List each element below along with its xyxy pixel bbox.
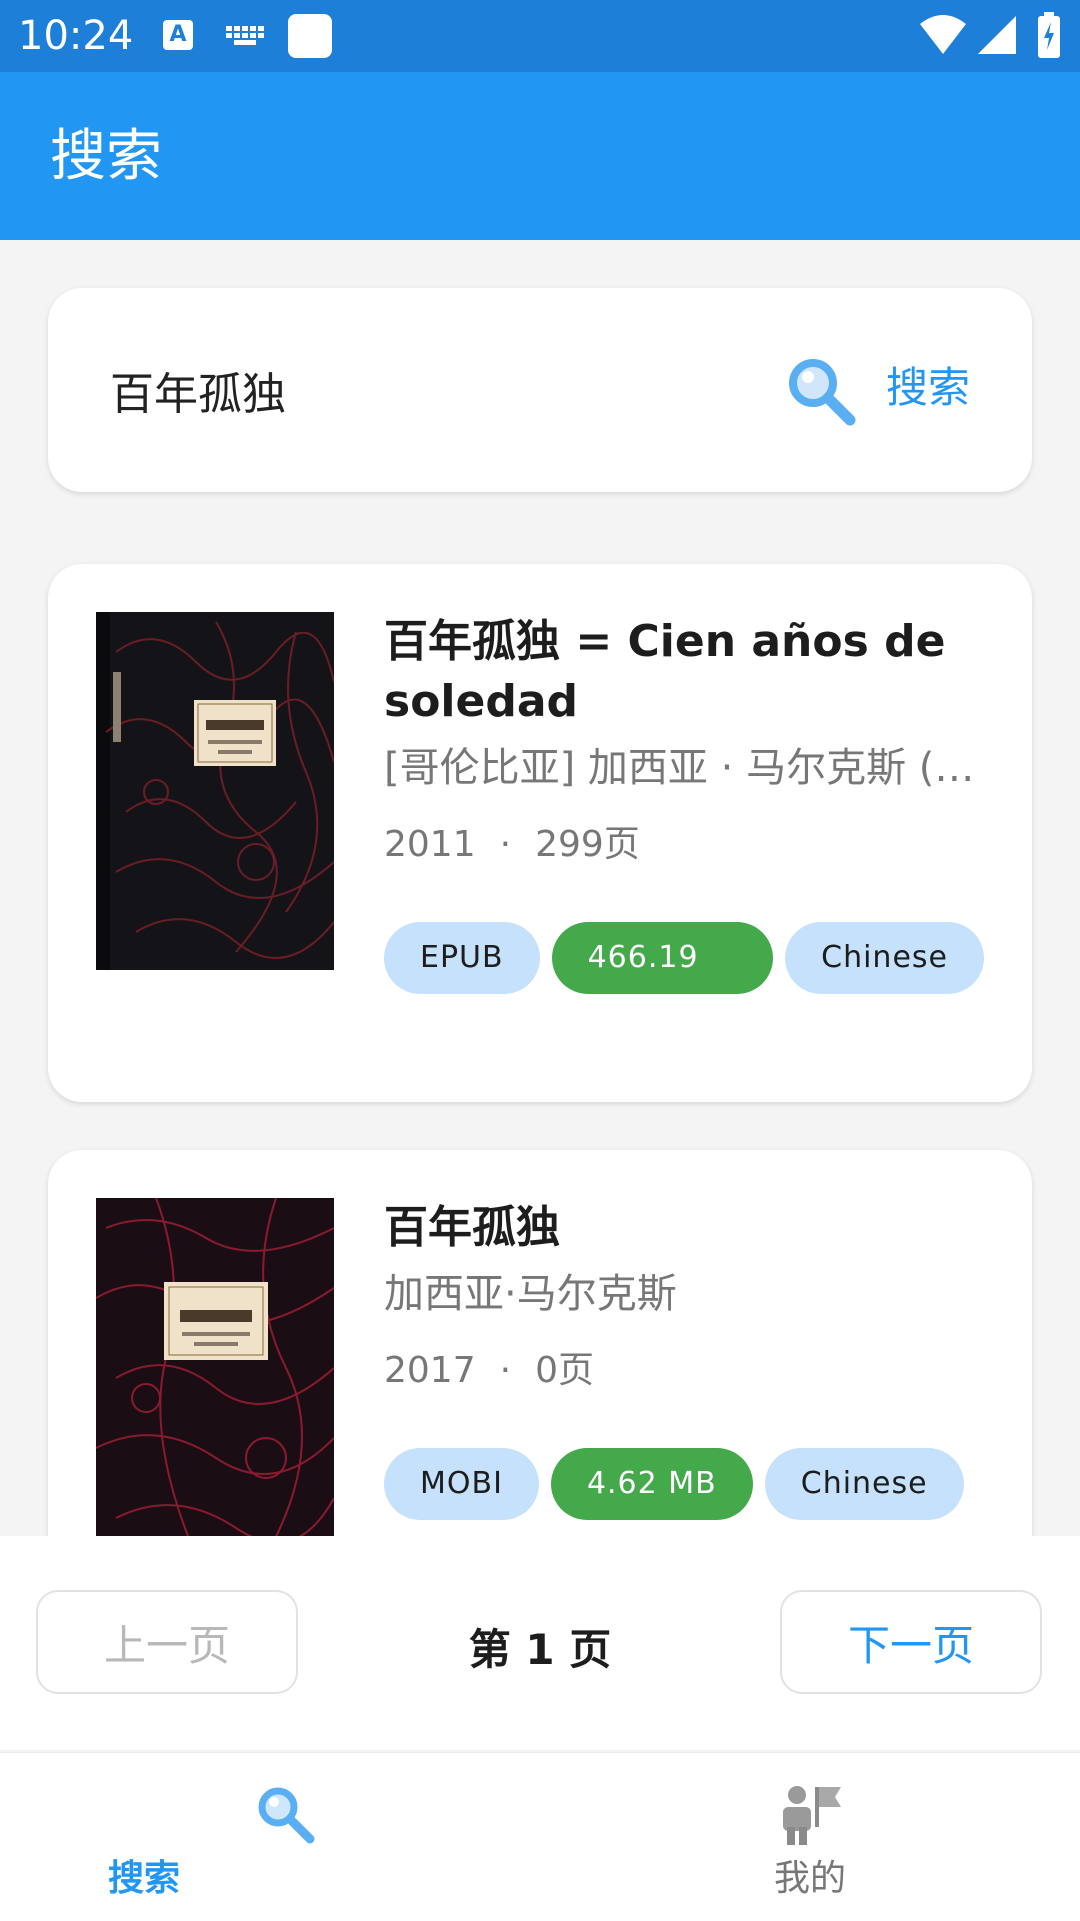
search-icon (258, 1787, 315, 1844)
book-cover-image (96, 1198, 334, 1556)
book-title: 百年孤独 = Cien años de soledad (384, 616, 946, 727)
book-pages: 0页 (535, 1350, 594, 1391)
book-author: 加西亚·马尔克斯 (384, 1271, 677, 1317)
nav-search-tab[interactable]: 搜索 (0, 1753, 540, 1921)
language-chip: Chinese (785, 922, 984, 994)
search-input[interactable] (110, 350, 750, 430)
book-tags: EPUB 466.19 KB Chinese (384, 922, 984, 1047)
book-meta: 2017 · 0页 (384, 1344, 984, 1398)
format-chip: EPUB (384, 922, 540, 994)
search-icon[interactable] (780, 350, 860, 430)
book-tags: MOBI 4.62 MB Chinese (384, 1448, 984, 1520)
book-result-card[interactable]: 百年孤独 = Cien años de soledad [哥伦比亚] 加西亚 ·… (48, 564, 1032, 1102)
book-info: 百年孤独 = Cien años de soledad [哥伦比亚] 加西亚 ·… (384, 612, 984, 1047)
meta-separator: · (499, 824, 512, 865)
page-title: 搜索 (50, 124, 162, 189)
pagination-bar: 上一页 第 1 页 下一页 (0, 1536, 1080, 1750)
book-year: 2017 (384, 1350, 476, 1391)
book-cover-image (96, 612, 334, 970)
format-chip: MOBI (384, 1448, 539, 1520)
bottom-navigation: 搜索 我的 (0, 1752, 1080, 1921)
book-title: 百年孤独 (384, 1202, 560, 1253)
search-card: 搜索 (48, 288, 1032, 492)
battery-charging-icon (1038, 12, 1060, 58)
notification-icon (288, 14, 332, 58)
nav-mine-tab[interactable]: 我的 (540, 1753, 1080, 1921)
book-year: 2011 (384, 824, 476, 865)
app-bar: 搜索 (0, 72, 1080, 240)
size-chip: 466.19 KB (551, 922, 774, 1047)
meta-separator: · (499, 1350, 512, 1391)
size-chip: 4.62 MB (550, 1448, 753, 1520)
book-info: 百年孤独 加西亚·马尔克斯 2017 · 0页 MOBI 4.62 MB Chine… (384, 1198, 984, 1520)
book-author: [哥伦比亚] 加西亚 · 马尔克斯 (著) (384, 745, 984, 791)
signal-icon (978, 16, 1016, 54)
status-time: 10:24 (18, 13, 134, 59)
nav-mine-label: 我的 (773, 1858, 846, 1899)
status-bar: 10:24 A (0, 0, 1080, 72)
keyboard-a-icon: A (163, 20, 193, 50)
keyboard-icon (226, 26, 264, 45)
book-pages: 299页 (535, 824, 640, 865)
search-button[interactable]: 搜索 (886, 356, 970, 420)
language-chip: Chinese (764, 1448, 964, 1520)
next-page-button[interactable]: 下一页 (780, 1590, 1042, 1694)
wifi-icon (920, 15, 966, 54)
nav-search-label: 搜索 (107, 1858, 180, 1899)
book-meta: 2011 · 299页 (384, 818, 984, 872)
user-flag-icon (783, 1786, 841, 1845)
